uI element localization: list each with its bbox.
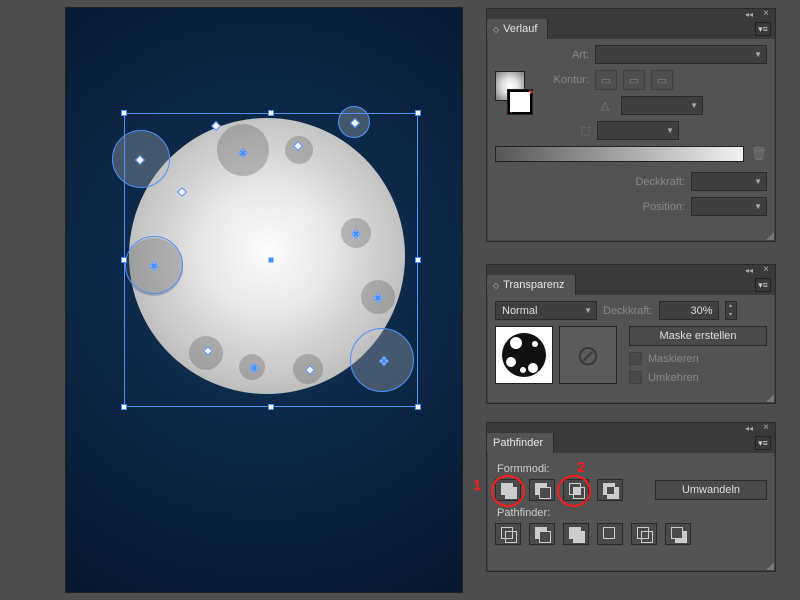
close-icon[interactable]: × (763, 422, 769, 433)
selection-handle[interactable] (268, 404, 274, 410)
opacity-thumbnail[interactable] (495, 326, 553, 384)
resize-grip[interactable] (766, 232, 774, 240)
close-icon[interactable]: × (763, 264, 769, 275)
anchor-marker[interactable] (252, 366, 257, 371)
close-icon[interactable]: × (763, 8, 769, 19)
resize-grip[interactable] (766, 394, 774, 402)
blend-mode-dropdown[interactable]: Normal ▼ (495, 301, 597, 320)
opacity-stepper[interactable]: ▴▾ (725, 301, 737, 320)
collapse-icon[interactable]: ◂◂ (745, 424, 753, 433)
selection-handle[interactable] (415, 404, 421, 410)
stroke-along-icon[interactable]: ▭ (623, 70, 645, 90)
pathfinder-divide-button[interactable] (495, 523, 521, 545)
stop-position-field[interactable]: ▼ (691, 197, 767, 216)
stroke-swatch[interactable] (507, 89, 533, 115)
panel-topbar[interactable]: ◂◂ × (487, 423, 775, 433)
clip-label: Maskieren (648, 353, 699, 365)
opacity-label: Deckkraft: (635, 176, 685, 188)
type-label: Art: (547, 49, 589, 61)
angle-field[interactable]: ▼ (621, 96, 703, 115)
panel-topbar[interactable]: ◂◂ × (487, 265, 775, 275)
opacity-field[interactable]: 30% (659, 301, 719, 320)
selection-handle[interactable] (121, 110, 127, 116)
selection-center[interactable] (269, 258, 274, 263)
opacity-value: 30% (690, 305, 712, 317)
gradient-slider[interactable] (495, 146, 744, 162)
panel-body: Normal ▼ Deckkraft: 30% ▴▾ (487, 295, 775, 400)
mask-thumbnail[interactable]: ⊘ (559, 326, 617, 384)
panel-menu-icon[interactable]: ▾≡ (755, 22, 771, 36)
twirl-icon: ◇ (493, 281, 499, 290)
annotation-number-1: 1 (473, 477, 481, 494)
anchor-marker[interactable] (376, 296, 381, 301)
shapemode-exclude-button[interactable] (597, 479, 623, 501)
selection-bounds[interactable] (124, 113, 418, 407)
expand-button[interactable]: Umwandeln (655, 480, 767, 500)
workspace: ◂◂ × ◇ Verlauf ▾≡ Art: ▼ (0, 0, 800, 600)
tab-pathfinder[interactable]: Pathfinder (487, 433, 554, 453)
opacity-label: Deckkraft: (603, 305, 653, 317)
clip-checkbox[interactable] (629, 352, 642, 365)
tab-label: Verlauf (503, 23, 537, 35)
selection-handle[interactable] (121, 257, 127, 263)
pathfinder-minusback-button[interactable] (665, 523, 691, 545)
twirl-icon: ◇ (493, 25, 499, 34)
anchor-marker[interactable] (152, 264, 157, 269)
pathfinder-crop-button[interactable] (597, 523, 623, 545)
selection-handle[interactable] (415, 110, 421, 116)
shapemode-minusfront-button[interactable] (529, 479, 555, 501)
aspect-icon: ⬚ (547, 122, 591, 140)
tab-transparency[interactable]: ◇ Transparenz (487, 275, 576, 295)
pathfinder-panel: ◂◂ × Pathfinder ▾≡ Formmodi: Umwandeln (486, 422, 776, 572)
selection-handle[interactable] (268, 110, 274, 116)
pathfinder-trim-button[interactable] (529, 523, 555, 545)
panel-menu-icon[interactable]: ▾≡ (755, 278, 771, 292)
artboard-canvas[interactable] (66, 8, 462, 592)
tab-label: Transparenz (503, 279, 564, 291)
tab-gradient[interactable]: ◇ Verlauf (487, 19, 548, 39)
transparency-panel: ◂◂ × ◇ Transparenz ▾≡ Normal ▼ Deckkraft… (486, 264, 776, 404)
stroke-across-icon[interactable]: ▭ (651, 70, 673, 90)
pathfinder-label: Pathfinder: (497, 507, 767, 519)
position-label: Position: (643, 201, 685, 213)
pathfinder-merge-button[interactable] (563, 523, 589, 545)
shapemode-unite-button[interactable] (495, 479, 521, 501)
anchor-marker[interactable] (241, 151, 246, 156)
aspect-field[interactable]: ▼ (597, 121, 679, 140)
panel-topbar[interactable]: ◂◂ × (487, 9, 775, 19)
gradient-panel: ◂◂ × ◇ Verlauf ▾≡ Art: ▼ (486, 8, 776, 242)
stop-opacity-field[interactable]: ▼ (691, 172, 767, 191)
anchor-marker[interactable] (354, 232, 359, 237)
panel-tabs: ◇ Transparenz ▾≡ (487, 275, 775, 295)
make-mask-button[interactable]: Maske erstellen (629, 326, 767, 346)
pathfinder-outline-button[interactable] (631, 523, 657, 545)
panel-tabs: ◇ Verlauf ▾≡ (487, 19, 775, 39)
invert-label: Umkehren (648, 372, 699, 384)
anchor-marker[interactable] (382, 359, 387, 364)
invert-checkbox[interactable] (629, 371, 642, 384)
selection-handle[interactable] (415, 257, 421, 263)
delete-stop-icon[interactable]: 🗑 (750, 146, 767, 162)
stroke-within-icon[interactable]: ▭ (595, 70, 617, 90)
panel-body: Formmodi: Umwandeln Pathfinder: (487, 453, 775, 561)
resize-grip[interactable] (766, 562, 774, 570)
panel-tabs: Pathfinder ▾≡ (487, 433, 775, 453)
shapemodes-label: Formmodi: (497, 463, 767, 475)
gradient-type-dropdown[interactable]: ▼ (595, 45, 767, 64)
tab-label: Pathfinder (493, 437, 543, 449)
panel-menu-icon[interactable]: ▾≡ (755, 436, 771, 450)
collapse-icon[interactable]: ◂◂ (745, 266, 753, 275)
blend-mode-value: Normal (502, 305, 537, 317)
collapse-icon[interactable]: ◂◂ (745, 10, 753, 19)
shapemode-intersect-button[interactable] (563, 479, 589, 501)
angle-icon: △ (595, 97, 615, 115)
panel-body: Art: ▼ Kontur: ▭ ▭ ▭ x △ ▼ (487, 39, 775, 232)
stroke-label: Kontur: (547, 74, 589, 86)
selection-handle[interactable] (121, 404, 127, 410)
